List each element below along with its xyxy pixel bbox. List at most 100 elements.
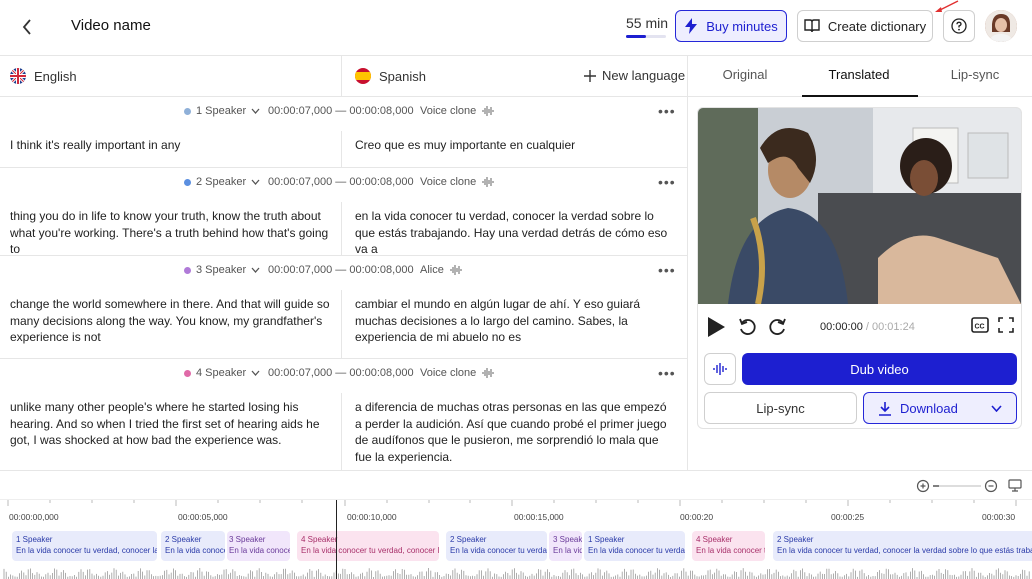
timeline-clip[interactable]: 3 Speaker En la vida conocer tu verdad (227, 531, 290, 561)
dub-video-button[interactable]: Dub video (742, 353, 1017, 385)
download-button[interactable]: Download (863, 392, 1017, 424)
fullscreen-button[interactable] (998, 317, 1014, 333)
timeline-clip[interactable]: 1 Speaker En la vida conocer tu verdad, c… (12, 531, 157, 561)
segment-meta: 3 Speaker 00:00:07,000 — 00:00:08,000 Al… (184, 264, 462, 276)
lightning-icon (685, 18, 698, 34)
segment-timecode[interactable]: 00:00:07,000 — 00:00:08,000 (268, 176, 414, 188)
speaker-select[interactable]: 3 Speaker (184, 264, 262, 276)
timeline-clip[interactable]: 4 Speaker En la vida conocer tu verdad (692, 531, 765, 561)
clip-text: En la vida conocer tu verdad (588, 546, 685, 555)
speaker-color-dot (184, 178, 191, 186)
ruler-tick-label: 00:00:10,000 (347, 512, 397, 522)
source-language[interactable]: English (10, 68, 77, 84)
buy-minutes-button[interactable]: Buy minutes (675, 10, 787, 42)
segment-meta: 1 Speaker 00:00:07,000 — 00:00:08,000 Vo… (184, 105, 494, 117)
create-dictionary-label: Create dictionary (827, 18, 927, 34)
segment-timecode[interactable]: 00:00:07,000 — 00:00:08,000 (268, 105, 414, 117)
chevron-down-icon (251, 108, 260, 114)
speaker-color-dot (184, 266, 191, 274)
video-preview[interactable] (698, 108, 1021, 304)
segment-timecode[interactable]: 00:00:07,000 — 00:00:08,000 (268, 367, 414, 379)
new-language-button[interactable]: New language (584, 68, 685, 83)
create-dictionary-button[interactable]: Create dictionary (797, 10, 933, 42)
chevron-down-icon[interactable] (991, 404, 1002, 412)
clip-speaker: 4 Speaker (301, 535, 338, 544)
target-text[interactable]: Creo que es muy importante en cualquier (355, 137, 675, 154)
zoom-out-icon[interactable] (984, 479, 998, 493)
clip-speaker: 2 Speaker (450, 535, 487, 544)
target-text[interactable]: a diferencia de muchas otras personas en… (355, 399, 675, 465)
help-button[interactable] (943, 10, 975, 42)
new-language-label: New language (602, 68, 686, 83)
zoom-in-icon[interactable] (916, 479, 930, 493)
ruler-tick-label: 00:00:20 (680, 512, 714, 522)
book-icon (804, 19, 820, 33)
waveform-icon (482, 368, 494, 378)
download-label: Download (900, 400, 958, 416)
more-options-icon[interactable]: ••• (658, 103, 676, 119)
source-text[interactable]: I think it's really important in any (10, 137, 332, 154)
captions-button[interactable]: CC (971, 317, 989, 333)
target-text[interactable]: en la vida conocer tu verdad, conocer la… (355, 208, 675, 258)
voice-label[interactable]: Alice (420, 264, 444, 276)
voice-label[interactable]: Voice clone (420, 176, 476, 188)
clip-text: En la vida conocer tu verdad (229, 546, 290, 555)
display-settings-icon[interactable] (1008, 479, 1022, 492)
lipsync-button[interactable]: Lip-sync (704, 392, 857, 424)
row-divider (341, 290, 342, 359)
back-button[interactable] (14, 14, 40, 40)
chevron-down-icon (251, 179, 260, 185)
timeline-clip[interactable]: 2 Speaker En la vida conocer tu verdad (161, 531, 225, 561)
clip-text: En la vida conocer tu verdad (165, 546, 225, 555)
user-avatar[interactable] (985, 10, 1017, 42)
source-text[interactable]: unlike many other people's where he star… (10, 399, 332, 449)
svg-text:CC: CC (975, 324, 985, 331)
timeline-ruler[interactable]: 00:00:00,000 00:00:05,000 00:00:10,000 0… (0, 499, 1032, 525)
forward-button[interactable] (767, 317, 787, 337)
chevron-down-icon (251, 267, 260, 273)
minutes-progress-fill (626, 35, 646, 38)
closed-captions-icon: CC (971, 317, 989, 333)
more-options-icon[interactable]: ••• (658, 262, 676, 278)
segment-timecode[interactable]: 00:00:07,000 — 00:00:08,000 (268, 264, 414, 276)
ruler-tick-label: 00:00:30 (982, 512, 1016, 522)
tab-lipsync[interactable]: Lip-sync (918, 67, 1032, 82)
timeline-clip[interactable]: 2 Speaker En la vida conocer tu verdad, c… (773, 531, 1032, 561)
tab-original[interactable]: Original (688, 67, 802, 82)
clip-text: En la vida (553, 546, 582, 555)
row-divider (341, 393, 342, 470)
preview-tabs: Original Translated Lip-sync (688, 56, 1032, 97)
audio-waveform-button[interactable] (704, 353, 736, 385)
playhead[interactable] (336, 500, 337, 579)
voice-label[interactable]: Voice clone (420, 105, 476, 117)
audio-waveform[interactable] (0, 567, 1032, 579)
clip-text: En la vida conocer tu verdad, conocer la… (16, 546, 157, 555)
speaker-label: 3 Speaker (196, 264, 247, 276)
plus-icon (584, 69, 596, 82)
timeline-clip[interactable]: 1 Speaker En la vida conocer tu verdad (584, 531, 685, 561)
source-text[interactable]: change the world somewhere in there. And… (10, 296, 332, 346)
voice-label[interactable]: Voice clone (420, 367, 476, 379)
spain-flag-icon (355, 68, 371, 84)
rewind-button[interactable] (738, 317, 758, 337)
timeline-clip[interactable]: 3 Speaker En la vida (549, 531, 582, 561)
target-language[interactable]: Spanish (355, 68, 426, 84)
active-tab-indicator (802, 95, 918, 97)
speaker-label: 4 Speaker (196, 367, 247, 379)
more-options-icon[interactable]: ••• (658, 174, 676, 190)
source-text[interactable]: thing you do in life to know your truth,… (10, 208, 332, 258)
clip-speaker: 1 Speaker (16, 535, 53, 544)
timeline-clip[interactable]: 4 Speaker En la vida conocer tu verdad, c… (297, 531, 439, 561)
more-options-icon[interactable]: ••• (658, 365, 676, 381)
speaker-select[interactable]: 2 Speaker (184, 176, 262, 188)
waveform-icon (482, 177, 494, 187)
speaker-select[interactable]: 4 Speaker (184, 367, 262, 379)
tab-translated[interactable]: Translated (802, 67, 916, 82)
timeline-clip[interactable]: 2 Speaker En la vida conocer tu verdad, c… (446, 531, 547, 561)
target-text[interactable]: cambiar el mundo en algún lugar de ahí. … (355, 296, 675, 346)
speaker-color-dot (184, 107, 191, 115)
segment-meta: 2 Speaker 00:00:07,000 — 00:00:08,000 Vo… (184, 176, 494, 188)
play-button[interactable] (706, 316, 726, 338)
question-circle-icon (951, 18, 967, 34)
speaker-select[interactable]: 1 Speaker (184, 105, 262, 117)
